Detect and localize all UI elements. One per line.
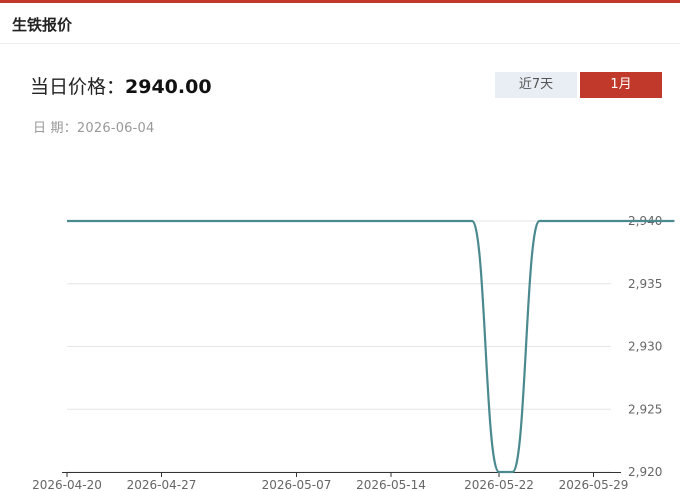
x-tick-label: 2026-04-27 xyxy=(127,478,197,491)
x-tick-label: 2026-05-07 xyxy=(262,478,332,491)
price-line-chart: 2,9402,9352,9302,9252,9202026-04-20 2026-… xyxy=(32,214,675,491)
x-tick-label: 2026-05-22 xyxy=(464,478,534,491)
y-tick-label: 2,935 xyxy=(628,277,662,291)
x-tick-label: 2026-05-29 xyxy=(559,478,629,491)
y-tick-label: 2,920 xyxy=(628,465,662,479)
x-tick-label: 2026-04-20 xyxy=(32,478,102,491)
y-tick-label: 2,930 xyxy=(628,340,662,354)
y-tick-label: 2,925 xyxy=(628,402,662,416)
x-tick-label: 2026-05-14 xyxy=(356,478,426,491)
